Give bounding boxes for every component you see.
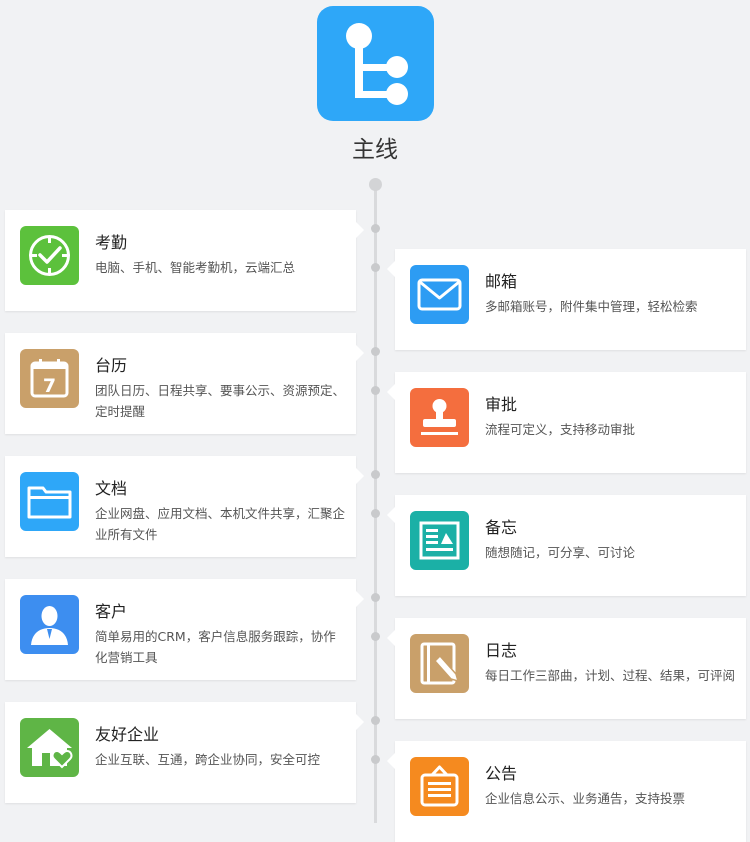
card-description: 企业信息公示、业务通告，支持投票 — [485, 791, 686, 806]
card-description: 企业互联、互通，跨企业协同，安全可控 — [95, 752, 321, 767]
timeline-dot — [371, 632, 380, 641]
card-title: 审批 — [485, 395, 518, 414]
card-title: 台历 — [95, 356, 128, 375]
card-description: 企业网盘、应用文档、本机文件共享，汇聚企业所有文件 — [95, 506, 346, 542]
card-description: 电脑、手机、智能考勤机，云端汇总 — [95, 260, 296, 275]
card-notice[interactable]: 公告 企业信息公示、业务通告，支持投票 — [387, 741, 746, 842]
timeline-dot — [371, 224, 380, 233]
mainline-icon — [317, 6, 434, 121]
house-heart-icon — [20, 718, 79, 777]
card-title: 公告 — [485, 764, 518, 783]
folder-icon — [20, 472, 79, 531]
card-partner[interactable]: 友好企业 企业互联、互通，跨企业协同，安全可控 — [5, 702, 364, 803]
card-title: 客户 — [95, 602, 128, 621]
card-mail[interactable]: 邮箱 多邮箱账号，附件集中管理，轻松检索 — [387, 249, 746, 350]
card-memo[interactable]: 备忘 随想随记，可分享、可讨论 — [387, 495, 746, 596]
card-description: 团队日历、日程共享、要事公示、资源预定、定时提醒 — [95, 383, 346, 419]
timeline-dot — [371, 263, 380, 272]
clock-check-icon — [20, 226, 79, 285]
card-documents[interactable]: 文档 企业网盘、应用文档、本机文件共享，汇聚企业所有文件 — [5, 456, 364, 557]
card-title: 文档 — [95, 479, 128, 498]
timeline-dot — [371, 347, 380, 356]
card-description: 随想随记，可分享、可讨论 — [485, 545, 636, 560]
card-approval[interactable]: 审批 流程可定义，支持移动审批 — [387, 372, 746, 473]
timeline-dot — [371, 593, 380, 602]
card-log[interactable]: 日志 每日工作三部曲，计划、过程、结果，可评阅 — [387, 618, 746, 719]
card-title: 备忘 — [485, 518, 518, 537]
envelope-icon — [410, 265, 469, 324]
card-calendar[interactable]: 7 台历 团队日历、日程共享、要事公示、资源预定、定时提醒 — [5, 333, 364, 434]
timeline-dot — [371, 470, 380, 479]
notebook-pen-icon — [410, 634, 469, 693]
card-description: 流程可定义，支持移动审批 — [485, 422, 636, 437]
calendar-day-number: 7 — [43, 375, 56, 397]
notice-board-icon — [410, 757, 469, 816]
timeline-start-dot — [369, 178, 382, 191]
card-title: 考勤 — [95, 233, 128, 252]
timeline-dot — [371, 716, 380, 725]
card-customer[interactable]: 客户 简单易用的CRM，客户信息服务跟踪，协作化营销工具 — [5, 579, 364, 680]
card-description: 每日工作三部曲，计划、过程、结果，可评阅 — [485, 668, 736, 683]
page-title: 主线 — [352, 137, 398, 163]
timeline-dot — [371, 755, 380, 764]
memo-icon — [410, 511, 469, 570]
timeline-line — [374, 183, 377, 823]
card-title: 友好企业 — [95, 725, 160, 744]
card-description: 多邮箱账号，附件集中管理，轻松检索 — [485, 299, 698, 314]
stamp-icon — [410, 388, 469, 447]
calendar-icon: 7 — [20, 349, 79, 408]
card-title: 日志 — [485, 641, 518, 660]
timeline-dot — [371, 509, 380, 518]
person-icon — [20, 595, 79, 654]
card-attendance[interactable]: 考勤 电脑、手机、智能考勤机，云端汇总 — [5, 210, 364, 311]
timeline-dot — [371, 386, 380, 395]
card-title: 邮箱 — [485, 272, 518, 291]
card-description: 简单易用的CRM，客户信息服务跟踪，协作化营销工具 — [95, 629, 336, 665]
